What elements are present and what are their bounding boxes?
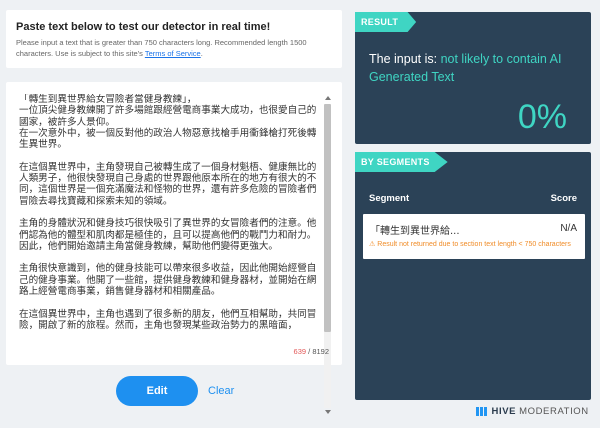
result-tag: RESULT: [355, 12, 417, 32]
segment-row[interactable]: 「轉生到異世界給... N/A ⚠ Result not returned due…: [363, 214, 585, 259]
result-panel: RESULT The input is: not likely to conta…: [355, 12, 591, 144]
segment-warning: ⚠ Result not returned due to section text…: [369, 240, 581, 250]
instructions-description: Please input a text that is greater than…: [16, 37, 332, 59]
terms-of-service-link[interactable]: Terms of Service: [145, 49, 201, 58]
scroll-thumb[interactable]: [324, 104, 331, 332]
hive-moderation-logo: HIVE MODERATION: [476, 404, 589, 418]
ai-percentage: 0%: [517, 98, 567, 136]
result-prefix: The input is:: [369, 52, 441, 66]
segments-tag: BY SEGMENTS: [355, 152, 448, 172]
segment-text: 「轉生到異世界給...: [370, 226, 460, 237]
score-column-header: Score: [550, 193, 577, 204]
result-statement: The input is: not likely to contain AI G…: [369, 50, 584, 86]
instructions-suffix: .: [200, 49, 203, 58]
scroll-up-arrow-icon[interactable]: [325, 96, 331, 100]
instructions-title: Paste text below to test our detector in…: [16, 21, 271, 33]
clear-button[interactable]: Clear: [208, 376, 234, 406]
scroll-track[interactable]: [324, 332, 331, 408]
scroll-down-arrow-icon[interactable]: [325, 410, 331, 414]
editor-scrollbar[interactable]: [324, 96, 333, 420]
instructions-card: Paste text below to test our detector in…: [6, 10, 342, 68]
brand-name-bold: HIVE: [491, 405, 517, 417]
character-count-total: / 8192: [306, 347, 329, 356]
text-input-area[interactable]: 「轉生到異世界給女冒險者當健身教練」， 一位頂尖健身教練開了許多場館跟經營電商事…: [6, 82, 342, 414]
input-text[interactable]: 「轉生到異世界給女冒險者當健身教練」， 一位頂尖健身教練開了許多場館跟經營電商事…: [19, 94, 320, 342]
character-count: 639 / 8192: [294, 347, 329, 356]
brand-name-rest: MODERATION: [519, 405, 589, 417]
segment-score: N/A: [560, 223, 577, 234]
warning-icon: ⚠: [369, 241, 376, 248]
segment-column-header: Segment: [369, 193, 410, 204]
segments-panel: BY SEGMENTS Segment Score 「轉生到異世界給... N/…: [355, 152, 591, 400]
segment-warning-text: Result not returned due to section text …: [377, 241, 571, 248]
hive-logo-icon: [476, 406, 487, 416]
character-count-current: 639: [293, 347, 307, 356]
edit-button[interactable]: Edit: [116, 376, 198, 406]
